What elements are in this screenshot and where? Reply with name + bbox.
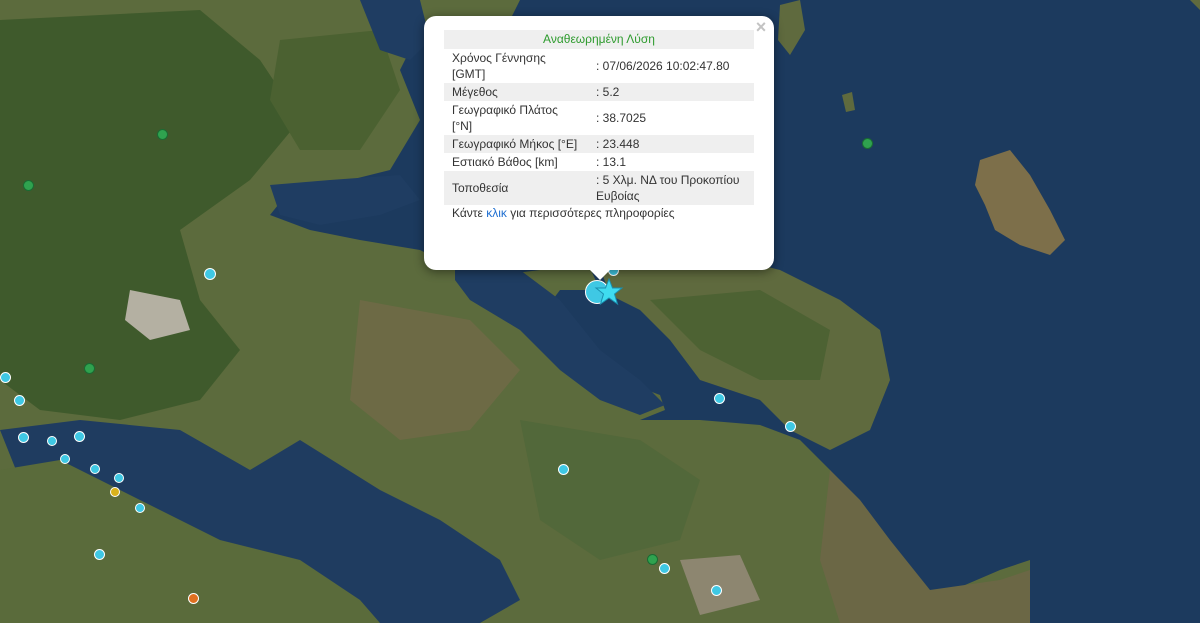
depth-value: : 13.1 [588,153,754,171]
origin-time-label: Χρόνος Γέννησης [GMT] [444,49,588,83]
earthquake-marker[interactable] [114,473,124,483]
earthquake-marker[interactable] [647,554,658,565]
earthquake-marker[interactable] [110,487,120,497]
earthquake-marker[interactable] [18,432,29,443]
table-row: Χρόνος Γέννησης [GMT] : 07/06/2026 10:02… [444,49,754,83]
earthquake-marker[interactable] [558,464,569,475]
more-info-text: Κάντε κλικ για περισσότερες πληροφορίες [444,206,754,220]
table-row: Τοποθεσία : 5 Χλμ. ΝΔ του Προκοπίου Ευβο… [444,171,754,205]
earthquake-marker[interactable] [74,431,85,442]
more-info-suffix: για περισσότερες πληροφορίες [506,206,675,220]
earthquake-marker[interactable] [90,464,100,474]
longitude-value: : 23.448 [588,135,754,153]
earthquake-marker[interactable] [188,593,199,604]
star-icon[interactable] [594,277,624,307]
earthquake-marker[interactable] [785,421,796,432]
more-info-prefix: Κάντε [452,206,487,220]
longitude-label: Γεωγραφικό Μήκος [°E] [444,135,588,153]
earthquake-marker[interactable] [23,180,34,191]
latitude-label: Γεωγραφικό Πλάτος [°N] [444,101,588,135]
earthquake-marker[interactable] [60,454,70,464]
event-details-table: Χρόνος Γέννησης [GMT] : 07/06/2026 10:02… [444,49,754,205]
table-row: Γεωγραφικό Μήκος [°E] : 23.448 [444,135,754,153]
depth-label: Εστιακό Βάθος [km] [444,153,588,171]
table-row: Εστιακό Βάθος [km] : 13.1 [444,153,754,171]
earthquake-marker[interactable] [714,393,725,404]
latitude-value: : 38.7025 [588,101,754,135]
earthquake-marker[interactable] [157,129,168,140]
location-value: : 5 Χλμ. ΝΔ του Προκοπίου Ευβοίας [588,171,754,205]
earthquake-marker[interactable] [94,549,105,560]
earthquake-marker[interactable] [659,563,670,574]
earthquake-marker[interactable] [204,268,216,280]
earthquake-marker[interactable] [135,503,145,513]
earthquake-marker[interactable] [0,372,11,383]
magnitude-value: : 5.2 [588,83,754,101]
popup-pointer [588,268,612,280]
more-info-link[interactable]: κλικ [486,206,507,220]
earthquake-marker[interactable] [47,436,57,446]
earthquake-marker[interactable] [862,138,873,149]
table-row: Γεωγραφικό Πλάτος [°N] : 38.7025 [444,101,754,135]
earthquake-marker[interactable] [84,363,95,374]
origin-time-value: : 07/06/2026 10:02:47.80 [588,49,754,83]
table-row: Μέγεθος : 5.2 [444,83,754,101]
earthquake-marker[interactable] [14,395,25,406]
event-popup: × Αναθεωρημένη Λύση Χρόνος Γέννησης [GMT… [424,16,774,270]
earthquake-marker[interactable] [711,585,722,596]
close-icon[interactable]: × [752,18,770,36]
location-label: Τοποθεσία [444,171,588,205]
magnitude-label: Μέγεθος [444,83,588,101]
popup-title: Αναθεωρημένη Λύση [444,30,754,49]
